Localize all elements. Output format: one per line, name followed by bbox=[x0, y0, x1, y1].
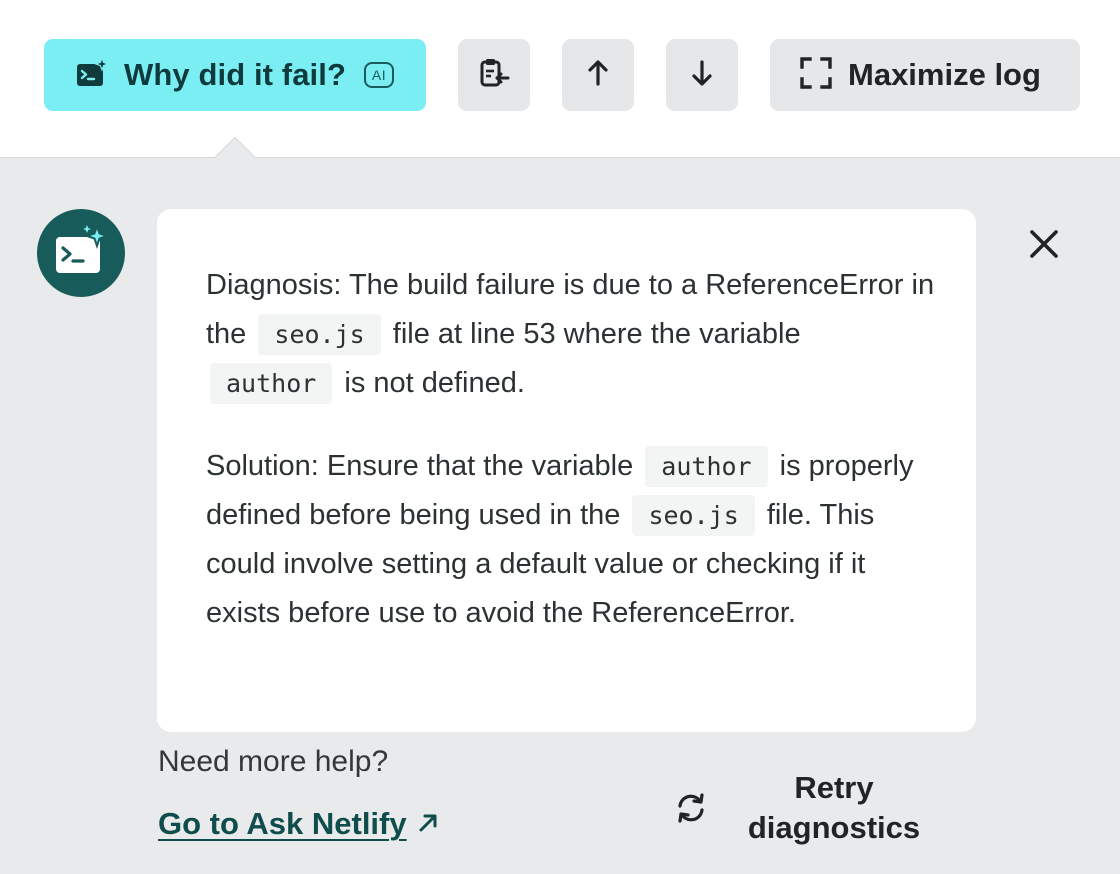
diagnosis-lead: Diagnosis: bbox=[206, 269, 342, 301]
scroll-up-button[interactable] bbox=[562, 39, 634, 111]
log-toolbar: Why did it fail? AI Maximize log bbox=[0, 0, 1120, 158]
inline-code: seo.js bbox=[258, 314, 381, 355]
solution-paragraph: Solution: Ensure that the variable autho… bbox=[206, 442, 936, 638]
diagnosis-text: file at line 53 where the variable bbox=[392, 318, 801, 350]
diagnosis-card: Diagnosis: The build failure is due to a… bbox=[157, 209, 976, 732]
retry-diagnostics-button[interactable]: Retry diagnostics bbox=[670, 768, 922, 848]
terminal-sparkle-icon bbox=[76, 55, 110, 94]
close-icon bbox=[1029, 229, 1059, 264]
why-did-it-fail-label: Why did it fail? bbox=[124, 57, 347, 92]
arrow-up-right-icon bbox=[417, 806, 439, 842]
solution-text: Ensure that the variable bbox=[326, 450, 634, 482]
retry-diagnostics-label: Retry diagnostics bbox=[747, 770, 921, 845]
need-more-help-text: Need more help? bbox=[158, 745, 389, 778]
ai-badge: AI bbox=[364, 62, 395, 88]
close-button[interactable] bbox=[1022, 224, 1066, 268]
ask-netlify-link[interactable]: Go to Ask Netlify bbox=[158, 806, 439, 842]
arrow-down-icon bbox=[690, 59, 714, 92]
arrow-up-icon bbox=[586, 59, 610, 92]
clipboard-copy-icon bbox=[478, 57, 510, 94]
inline-code: seo.js bbox=[632, 495, 755, 536]
diagnosis-text: is not defined. bbox=[344, 367, 525, 399]
diagnosis-paragraph: Diagnosis: The build failure is due to a… bbox=[206, 261, 936, 408]
inline-code: author bbox=[210, 363, 333, 404]
inline-code: author bbox=[645, 446, 768, 487]
assistant-avatar bbox=[37, 209, 125, 297]
copy-log-button[interactable] bbox=[458, 39, 530, 111]
refresh-icon bbox=[670, 787, 712, 829]
maximize-icon bbox=[800, 56, 832, 94]
maximize-log-button[interactable]: Maximize log bbox=[770, 39, 1080, 111]
maximize-log-label: Maximize log bbox=[848, 57, 1041, 92]
ask-netlify-label: Go to Ask Netlify bbox=[158, 806, 407, 841]
scroll-down-button[interactable] bbox=[666, 39, 738, 111]
terminal-sparkle-icon bbox=[54, 222, 111, 282]
why-did-it-fail-button[interactable]: Why did it fail? AI bbox=[44, 39, 426, 111]
solution-lead: Solution: bbox=[206, 450, 319, 482]
